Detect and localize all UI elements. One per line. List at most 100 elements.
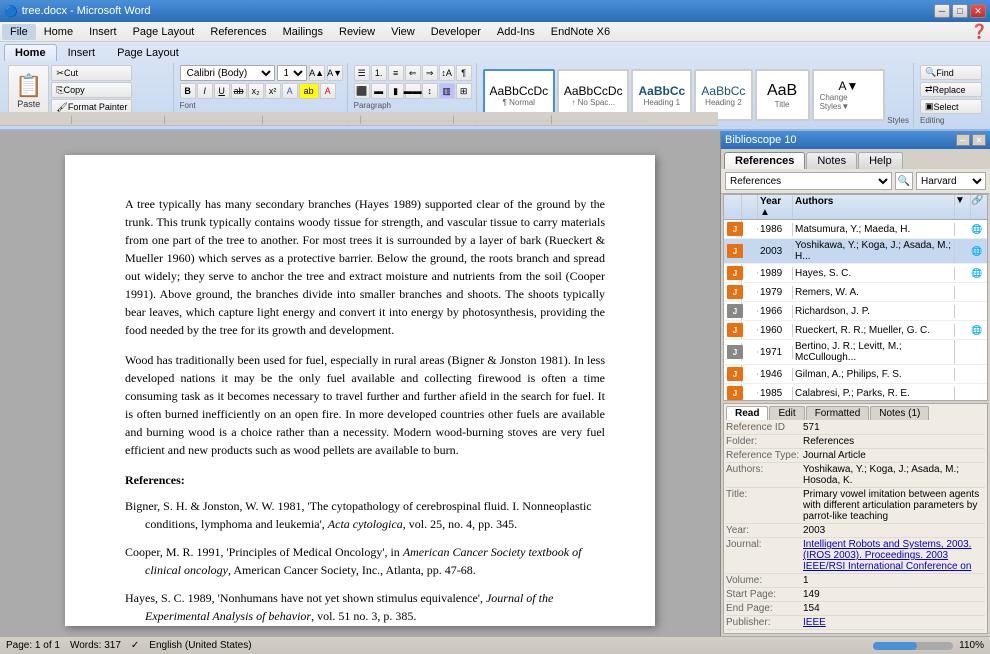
menu-home[interactable]: Home — [36, 24, 81, 40]
detail-start-page: 149 — [803, 589, 985, 600]
biblio-tab-references[interactable]: References — [724, 152, 805, 169]
font-family-select[interactable]: Calibri (Body) — [180, 65, 275, 81]
detail-tab-edit[interactable]: Edit — [769, 406, 804, 420]
biblio-style-select[interactable]: Harvard — [916, 172, 986, 190]
font-shrink-button[interactable]: A▼ — [327, 65, 343, 81]
minimize-button[interactable]: ─ — [934, 4, 950, 18]
reference-cooper: Cooper, M. R. 1991, 'Principles of Medic… — [125, 543, 605, 579]
multilevel-button[interactable]: ≡ — [388, 65, 404, 81]
clipboard-small-buttons: ✂ Cut ⎘ Copy 🖌 Format Painter — [51, 65, 132, 115]
shading-button[interactable]: ▥ — [439, 83, 455, 99]
menu-page-layout[interactable]: Page Layout — [125, 24, 203, 40]
tab-insert[interactable]: Insert — [57, 44, 107, 61]
paste-icon: 📋 — [15, 73, 42, 99]
tab-page-layout[interactable]: Page Layout — [106, 44, 190, 61]
close-button[interactable]: ✕ — [970, 4, 986, 18]
help-icon[interactable]: ❓ — [971, 23, 988, 40]
style-title[interactable]: AaB Title — [755, 69, 810, 121]
col-link: 🔗 — [971, 195, 987, 219]
style-h2-preview: AaBbCc — [701, 84, 745, 98]
align-right-button[interactable]: ▮ — [388, 83, 404, 99]
detail-authors: Yoshikawa, Y.; Koga, J.; Asada, M.; Hoso… — [803, 464, 985, 486]
sort-button[interactable]: ↕A — [439, 65, 455, 81]
status-right: 110% — [873, 640, 984, 651]
align-left-button[interactable]: ⬛ — [354, 83, 370, 99]
detail-tabs: Read Edit Formatted Notes (1) — [726, 406, 985, 420]
find-button[interactable]: 🔍 Find — [920, 65, 982, 80]
menu-insert[interactable]: Insert — [81, 24, 125, 40]
highlight-button[interactable]: ab — [299, 83, 319, 99]
language: English (United States) — [149, 640, 251, 651]
col-authors[interactable]: Authors — [793, 195, 955, 219]
maximize-button[interactable]: □ — [952, 4, 968, 18]
show-hide-button[interactable]: ¶ — [456, 65, 472, 81]
biblio-search-icon[interactable]: 🔍 — [895, 172, 913, 190]
font-color-button[interactable]: A — [320, 83, 336, 99]
biblio-references-table[interactable]: Year ▲ Authors ▼ 🔗 J 1986 Matsumura, Y.;… — [723, 194, 988, 401]
style-change-styles[interactable]: A▼ Change Styles▼ — [812, 69, 886, 121]
tab-home[interactable]: Home — [4, 44, 57, 61]
select-button[interactable]: ▣ Select — [920, 99, 982, 114]
subscript-button[interactable]: x₂ — [248, 83, 264, 99]
replace-button[interactable]: ⇄ Replace — [920, 82, 982, 97]
paste-button[interactable]: 📋 Paste — [8, 65, 49, 117]
italic-button[interactable]: I — [197, 83, 213, 99]
paragraph-1: A tree typically has many secondary bran… — [125, 195, 605, 339]
justify-button[interactable]: ▬▬ — [405, 83, 421, 99]
biblio-row-3[interactable]: J 1979 Remers, W. A. — [724, 283, 987, 302]
biblio-row-8[interactable]: J 1985 Calabresi, P.; Parks, R. E. — [724, 384, 987, 401]
biblio-row-7[interactable]: J 1946 Gilman, A.; Philips, F. S. — [724, 365, 987, 384]
superscript-button[interactable]: x² — [265, 83, 281, 99]
biblio-search-select[interactable]: References — [725, 172, 892, 190]
menu-references[interactable]: References — [202, 24, 274, 40]
border-button[interactable]: ⊞ — [456, 83, 472, 99]
underline-button[interactable]: U — [214, 83, 230, 99]
col-filter[interactable]: ▼ — [955, 195, 971, 219]
menu-endnote[interactable]: EndNote X6 — [543, 24, 618, 40]
menu-developer[interactable]: Developer — [423, 24, 489, 40]
font-grow-button[interactable]: A▲ — [309, 65, 325, 81]
detail-start-page-row: Start Page: 149 — [726, 589, 985, 602]
biblio-row-4[interactable]: J 1966 Richardson, J. P. — [724, 302, 987, 321]
detail-tab-notes[interactable]: Notes (1) — [870, 406, 929, 420]
biblio-tab-help[interactable]: Help — [858, 152, 903, 169]
biblio-row-5[interactable]: J 1960 Rueckert, R. R.; Mueller, G. C. 🌐 — [724, 321, 987, 340]
biblio-row-2[interactable]: J 1989 Hayes, S. C. 🌐 — [724, 264, 987, 283]
bullets-button[interactable]: ☰ — [354, 65, 370, 81]
col-year[interactable]: Year ▲ — [758, 195, 793, 219]
text-effects-button[interactable]: A — [282, 83, 298, 99]
biblio-tab-notes[interactable]: Notes — [806, 152, 857, 169]
document-area[interactable]: │ │ │ │ │ │ A tree typically has many se… — [0, 131, 720, 636]
detail-tab-formatted[interactable]: Formatted — [806, 406, 870, 420]
menu-file[interactable]: File — [2, 24, 36, 40]
biblio-row-0[interactable]: J 1986 Matsumura, Y.; Maeda, H. 🌐 — [724, 220, 987, 239]
menu-mailings[interactable]: Mailings — [275, 24, 331, 40]
decrease-indent-button[interactable]: ⇐ — [405, 65, 421, 81]
detail-volume-row: Volume: 1 — [726, 575, 985, 588]
biblio-controls[interactable]: ─ ✕ — [956, 134, 986, 146]
bold-button[interactable]: B — [180, 83, 196, 99]
menu-add-ins[interactable]: Add-Ins — [489, 24, 543, 40]
biblio-row-1[interactable]: J 2003 Yoshikawa, Y.; Koga, J.; Asada, M… — [724, 239, 987, 264]
cut-button[interactable]: ✂ Cut — [51, 65, 132, 81]
title-bar-controls[interactable]: ─ □ ✕ — [934, 4, 986, 18]
line-spacing-button[interactable]: ↕ — [422, 83, 438, 99]
word-icon: 🔵 — [4, 5, 18, 18]
increase-indent-button[interactable]: ⇒ — [422, 65, 438, 81]
menu-view[interactable]: View — [383, 24, 423, 40]
menu-review[interactable]: Review — [331, 24, 383, 40]
font-size-select[interactable]: 10 — [277, 65, 307, 81]
detail-publisher-row: Publisher: IEEE — [726, 617, 985, 630]
strikethrough-button[interactable]: ab — [231, 83, 247, 99]
detail-tab-read[interactable]: Read — [726, 406, 768, 420]
biblio-minimize[interactable]: ─ — [956, 134, 970, 146]
biblioscope-titlebar: Biblioscope 10 ─ ✕ — [721, 131, 990, 149]
detail-ref-id: 571 — [803, 422, 985, 433]
document-page[interactable]: A tree typically has many secondary bran… — [65, 155, 655, 626]
align-center-button[interactable]: ▬ — [371, 83, 387, 99]
zoom-bar[interactable] — [873, 642, 953, 650]
copy-button[interactable]: ⎘ Copy — [51, 82, 132, 98]
numbering-button[interactable]: 1. — [371, 65, 387, 81]
biblio-row-6[interactable]: J 1971 Bertino, J. R.; Levitt, M.; McCul… — [724, 340, 987, 365]
biblio-close[interactable]: ✕ — [972, 134, 986, 146]
